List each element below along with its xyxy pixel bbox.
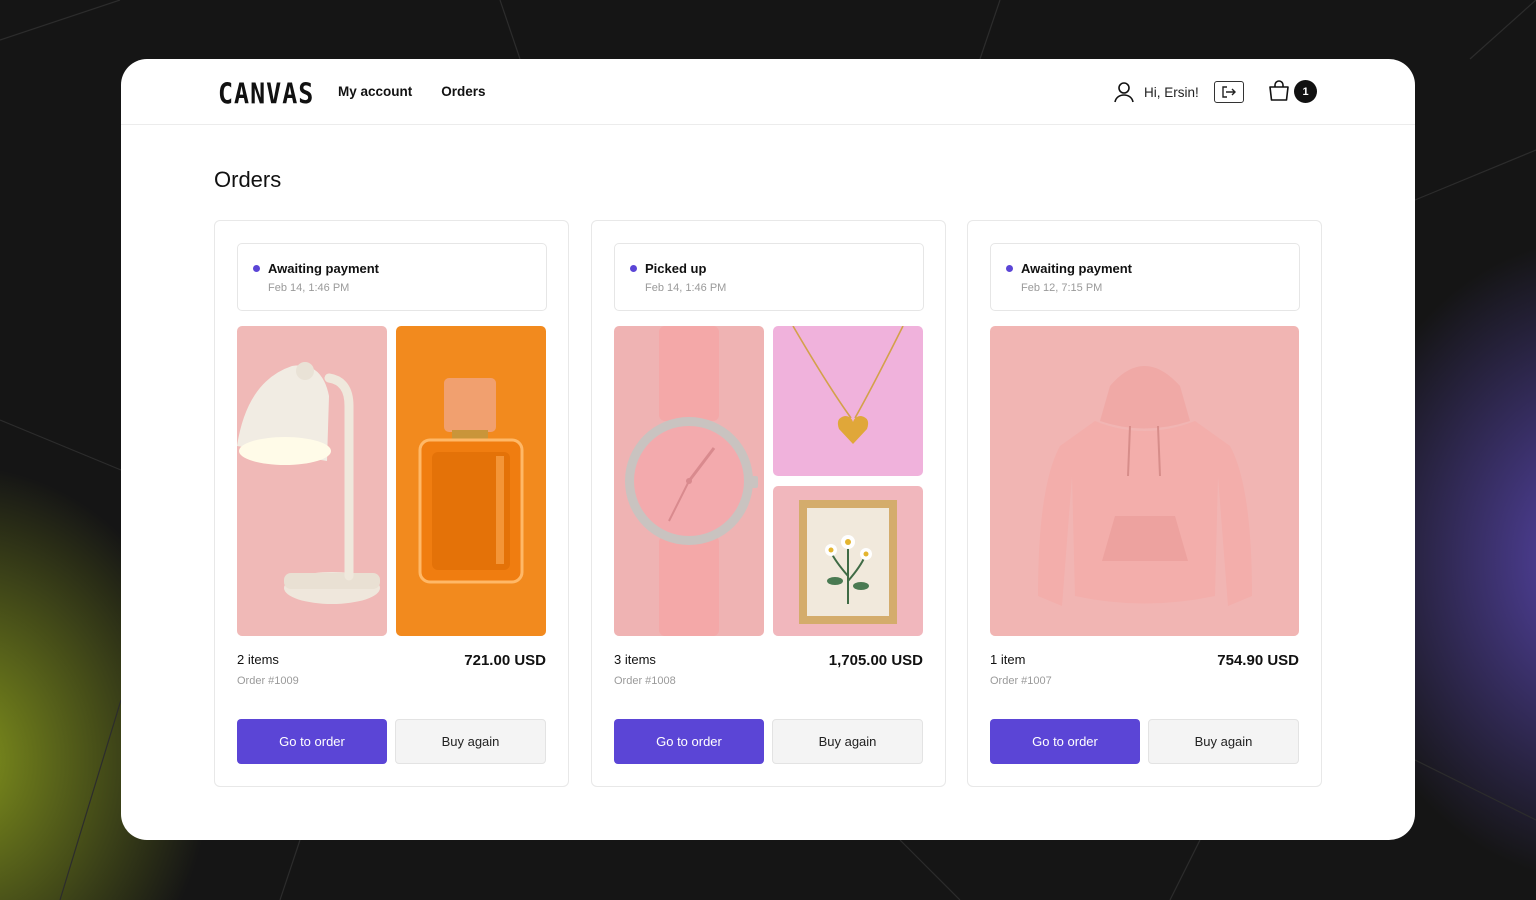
app-window: CANVAS My account Orders Hi, Ersin! 1 Or…	[121, 59, 1415, 840]
shopping-bag-icon[interactable]	[1268, 80, 1290, 102]
order-status-box: Awaiting payment Feb 12, 7:15 PM	[990, 243, 1300, 311]
logout-icon	[1222, 86, 1236, 98]
logo[interactable]: CANVAS	[218, 77, 314, 110]
order-card: Picked up Feb 14, 1:46 PM 3 items Order …	[591, 220, 946, 787]
product-image-desk-lamp[interactable]	[237, 326, 387, 636]
cart-count-badge: 1	[1294, 80, 1317, 103]
order-status: Awaiting payment	[268, 261, 380, 276]
product-image-heart-necklace[interactable]	[773, 326, 923, 476]
product-image-framed-flowers[interactable]	[773, 486, 923, 636]
product-image-pink-hoodie[interactable]	[990, 326, 1299, 636]
status-dot	[630, 265, 637, 272]
items-count: 2 items	[237, 652, 279, 667]
order-date: Feb 14, 1:46 PM	[268, 282, 350, 294]
user-icon	[1114, 82, 1134, 103]
order-date: Feb 12, 7:15 PM	[1021, 282, 1103, 294]
nav-my-account[interactable]: My account	[338, 84, 412, 99]
status-dot	[253, 265, 260, 272]
go-to-order-button[interactable]: Go to order	[614, 719, 764, 764]
logout-button[interactable]	[1214, 81, 1244, 103]
user-menu[interactable]: Hi, Ersin!	[1113, 81, 1199, 103]
page-title: Orders	[214, 167, 282, 192]
buy-again-button[interactable]: Buy again	[1148, 719, 1299, 764]
buy-again-button[interactable]: Buy again	[395, 719, 546, 764]
items-count: 1 item	[990, 652, 1026, 667]
order-status-box: Awaiting payment Feb 14, 1:46 PM	[237, 243, 547, 311]
order-card: Awaiting payment Feb 12, 7:15 PM 1 item …	[967, 220, 1322, 787]
nav-orders[interactable]: Orders	[441, 84, 485, 99]
user-greeting: Hi, Ersin!	[1144, 84, 1199, 100]
order-total: 721.00 USD	[464, 652, 546, 669]
order-total: 754.90 USD	[1217, 652, 1299, 669]
buy-again-button[interactable]: Buy again	[772, 719, 923, 764]
status-dot	[1006, 265, 1013, 272]
top-navigation-bar: CANVAS My account Orders Hi, Ersin! 1	[121, 59, 1415, 125]
order-number: Order #1007	[990, 675, 1052, 687]
order-card: Awaiting payment Feb 14, 1:46 PM 2 items…	[214, 220, 569, 787]
order-total: 1,705.00 USD	[828, 652, 923, 669]
go-to-order-button[interactable]: Go to order	[237, 719, 387, 764]
order-number: Order #1009	[237, 675, 299, 687]
items-count: 3 items	[614, 652, 656, 667]
product-image-wristwatch[interactable]	[614, 326, 764, 636]
product-image-perfume-bottle[interactable]	[396, 326, 546, 636]
order-date: Feb 14, 1:46 PM	[645, 282, 727, 294]
order-status-box: Picked up Feb 14, 1:46 PM	[614, 243, 924, 311]
order-status: Awaiting payment	[1021, 261, 1133, 276]
order-number: Order #1008	[614, 675, 676, 687]
go-to-order-button[interactable]: Go to order	[990, 719, 1140, 764]
order-status: Picked up	[645, 261, 707, 276]
main-nav: My account Orders	[338, 84, 486, 99]
